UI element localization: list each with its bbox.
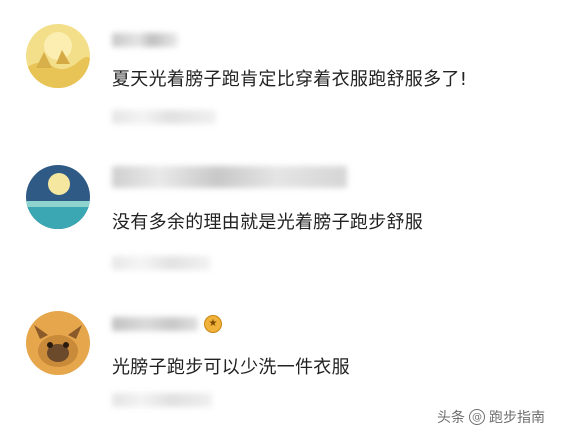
comment-meta-blurred <box>112 256 210 270</box>
username-blurred <box>112 166 347 188</box>
comment-item: 没有多余的理由就是光着膀子跑步舒服 <box>0 140 561 280</box>
username-blurred <box>112 317 198 331</box>
comment-item: ★ 光膀子跑步可以少洗一件衣服 <box>0 287 561 427</box>
username-blurred <box>112 33 178 47</box>
watermark-account: 跑步指南 <box>489 410 545 426</box>
desert-sun-avatar-image <box>26 24 90 88</box>
sea-moon-avatar-image <box>26 165 90 229</box>
watermark-source: 头条 <box>437 410 465 426</box>
comment-text: 光膀子跑步可以少洗一件衣服 <box>112 357 350 378</box>
avatar[interactable] <box>26 24 90 88</box>
comment-meta-blurred <box>112 393 212 407</box>
avatar[interactable] <box>26 311 90 375</box>
medal-icon: ★ <box>204 315 222 333</box>
watermark: 头条 @ 跑步指南 <box>437 407 545 427</box>
dog-avatar-image <box>26 311 90 375</box>
at-icon: @ <box>469 409 485 425</box>
comment-text: 没有多余的理由就是光着膀子跑步舒服 <box>112 212 424 233</box>
avatar[interactable] <box>26 165 90 229</box>
comment-meta-blurred <box>112 110 216 124</box>
comment-text: 夏天光着膀子跑肯定比穿着衣服跑舒服多了! <box>112 69 468 90</box>
comment-item: 夏天光着膀子跑肯定比穿着衣服跑舒服多了! <box>0 0 561 140</box>
